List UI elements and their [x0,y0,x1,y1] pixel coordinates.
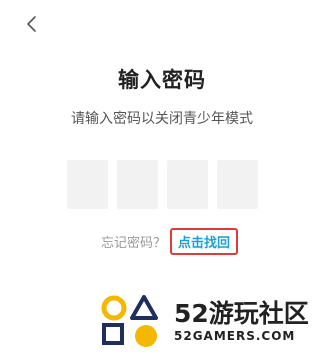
passcode-digit-1[interactable] [67,160,108,209]
watermark-logo [100,292,168,350]
forgot-password-prompt: 忘记密码？ [101,236,167,251]
passcode-digit-4[interactable] [217,160,258,209]
watermark-url: 52GAMERS.COM [174,329,296,343]
passcode-digit-2[interactable] [117,160,158,209]
watermark-brand: 52游玩社区 [174,299,309,328]
page-title: 输入密码 [118,68,206,92]
recover-password-link[interactable]: 点击找回 [170,228,239,255]
forgot-password-row: 忘记密码？ 点击找回 [101,228,239,255]
gamepad-symbols-icon [101,295,158,347]
back-button[interactable] [22,14,42,34]
watermark-text: 52游玩社区 52GAMERS.COM [174,299,309,343]
passcode-digit-3[interactable] [167,160,208,209]
watermark: 52游玩社区 52GAMERS.COM [100,292,309,350]
chevron-left-icon [27,16,36,32]
passcode-input[interactable] [67,160,258,209]
page-subtitle: 请输入密码以关闭青少年模式 [71,111,253,127]
